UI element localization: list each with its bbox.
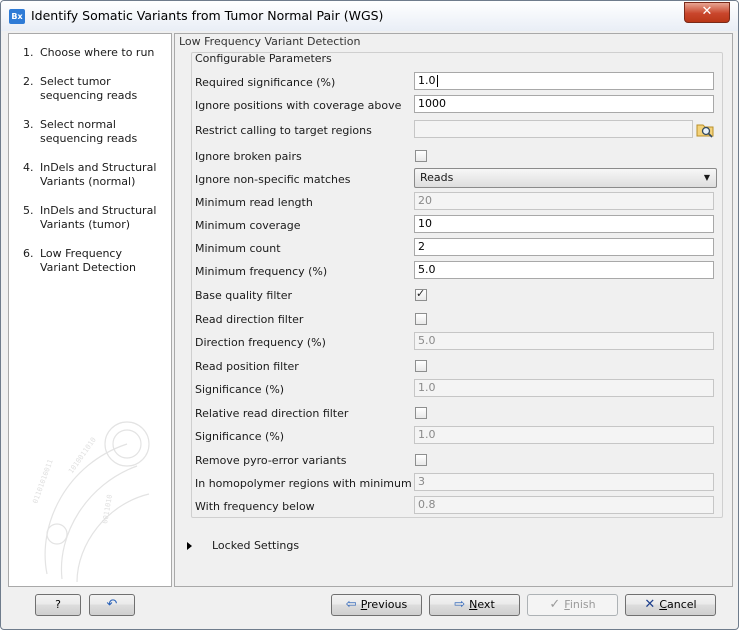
decorative-swirl-icon: 01101010011 1010011010 0011010 bbox=[31, 421, 150, 583]
text-cursor bbox=[436, 75, 438, 87]
homopolymer-min-length-input[interactable]: 3 bbox=[414, 473, 714, 491]
app-icon: Bx bbox=[9, 9, 25, 24]
browse-folder-icon[interactable] bbox=[695, 120, 715, 138]
reset-icon: ↶ bbox=[106, 597, 118, 612]
significance-1-input[interactable]: 1.0 bbox=[414, 379, 714, 397]
relative-read-direction-filter-checkbox[interactable] bbox=[415, 407, 427, 419]
ignore-coverage-above-input[interactable]: 1000 bbox=[414, 95, 714, 113]
dialog-window: Bx Identify Somatic Variants from Tumor … bbox=[0, 0, 739, 630]
cancel-button[interactable]: ✕ Cancel bbox=[625, 594, 716, 616]
ignore-nonspecific-select[interactable]: Reads ▼ bbox=[414, 168, 717, 188]
help-button[interactable]: ? bbox=[35, 594, 81, 616]
required-significance-label: Required significance (%) bbox=[195, 76, 336, 89]
read-direction-filter-checkbox[interactable] bbox=[415, 313, 427, 325]
min-coverage-label: Minimum coverage bbox=[195, 219, 301, 232]
ignore-nonspecific-label: Ignore non-specific matches bbox=[195, 173, 351, 186]
arrow-right-icon: ⇨ bbox=[454, 597, 466, 612]
with-frequency-below-input[interactable]: 0.8 bbox=[414, 496, 714, 514]
read-position-filter-label: Read position filter bbox=[195, 360, 299, 373]
remove-pyro-error-label: Remove pyro-error variants bbox=[195, 454, 347, 467]
target-regions-input[interactable] bbox=[414, 120, 693, 138]
next-button[interactable]: ⇨ Next bbox=[429, 594, 520, 616]
locked-settings-toggle[interactable]: Locked Settings bbox=[187, 539, 299, 552]
ignore-broken-pairs-checkbox[interactable] bbox=[415, 150, 427, 162]
ignore-coverage-above-label: Ignore positions with coverage above bbox=[195, 99, 402, 112]
remove-pyro-error-checkbox[interactable] bbox=[415, 454, 427, 466]
direction-frequency-input[interactable]: 5.0 bbox=[414, 332, 714, 350]
arrow-left-icon: ⇦ bbox=[345, 597, 357, 612]
panel-header: Low Frequency Variant Detection bbox=[179, 35, 361, 48]
svg-text:1010011010: 1010011010 bbox=[67, 436, 98, 475]
min-read-length-input[interactable]: 20 bbox=[414, 192, 714, 210]
base-quality-filter-label: Base quality filter bbox=[195, 289, 292, 302]
with-frequency-below-label: With frequency below bbox=[195, 500, 315, 513]
dropdown-arrow-icon: ▼ bbox=[703, 173, 710, 182]
wizard-steps: 1. Choose where to run 2. Select tumor seq… bbox=[8, 33, 172, 587]
min-frequency-label: Minimum frequency (%) bbox=[195, 265, 328, 278]
relative-read-direction-filter-label: Relative read direction filter bbox=[195, 407, 349, 420]
read-direction-filter-label: Read direction filter bbox=[195, 313, 304, 326]
restrict-target-label: Restrict calling to target regions bbox=[195, 124, 372, 137]
svg-text:01101010011: 01101010011 bbox=[31, 458, 54, 504]
significance-2-input[interactable]: 1.0 bbox=[414, 426, 714, 444]
read-position-filter-checkbox[interactable] bbox=[415, 360, 427, 372]
homopolymer-min-length-label: In homopolymer regions with minimum leng… bbox=[195, 477, 451, 490]
reset-button[interactable]: ↶ bbox=[89, 594, 135, 616]
finish-button[interactable]: ✓ Finish bbox=[527, 594, 618, 616]
expand-triangle-icon bbox=[187, 542, 192, 550]
required-significance-input[interactable]: 1.0 bbox=[414, 72, 714, 90]
cancel-x-icon: ✕ bbox=[644, 597, 656, 612]
dialog-client: 1. Choose where to run 2. Select tumor seq… bbox=[6, 31, 733, 624]
title-bar[interactable]: Bx Identify Somatic Variants from Tumor … bbox=[1, 1, 738, 31]
min-count-label: Minimum count bbox=[195, 242, 281, 255]
main-panel: Low Frequency Variant Detection Configur… bbox=[174, 33, 733, 587]
min-coverage-input[interactable]: 10 bbox=[414, 215, 714, 233]
svg-text:0011010: 0011010 bbox=[101, 494, 114, 524]
min-count-input[interactable]: 2 bbox=[414, 238, 714, 256]
direction-frequency-label: Direction frequency (%) bbox=[195, 336, 326, 349]
significance-1-label: Significance (%) bbox=[195, 383, 285, 396]
group-title: Configurable Parameters bbox=[195, 52, 332, 65]
window-title: Identify Somatic Variants from Tumor Nor… bbox=[31, 8, 384, 23]
base-quality-filter-checkbox[interactable] bbox=[415, 287, 427, 301]
ignore-broken-pairs-label: Ignore broken pairs bbox=[195, 150, 302, 163]
min-frequency-input[interactable]: 5.0 bbox=[414, 261, 714, 279]
min-read-length-label: Minimum read length bbox=[195, 196, 313, 209]
significance-2-label: Significance (%) bbox=[195, 430, 285, 443]
close-button[interactable]: ✕ bbox=[684, 2, 730, 23]
previous-button[interactable]: ⇦ Previous bbox=[331, 594, 422, 616]
checkmark-icon: ✓ bbox=[549, 597, 561, 612]
